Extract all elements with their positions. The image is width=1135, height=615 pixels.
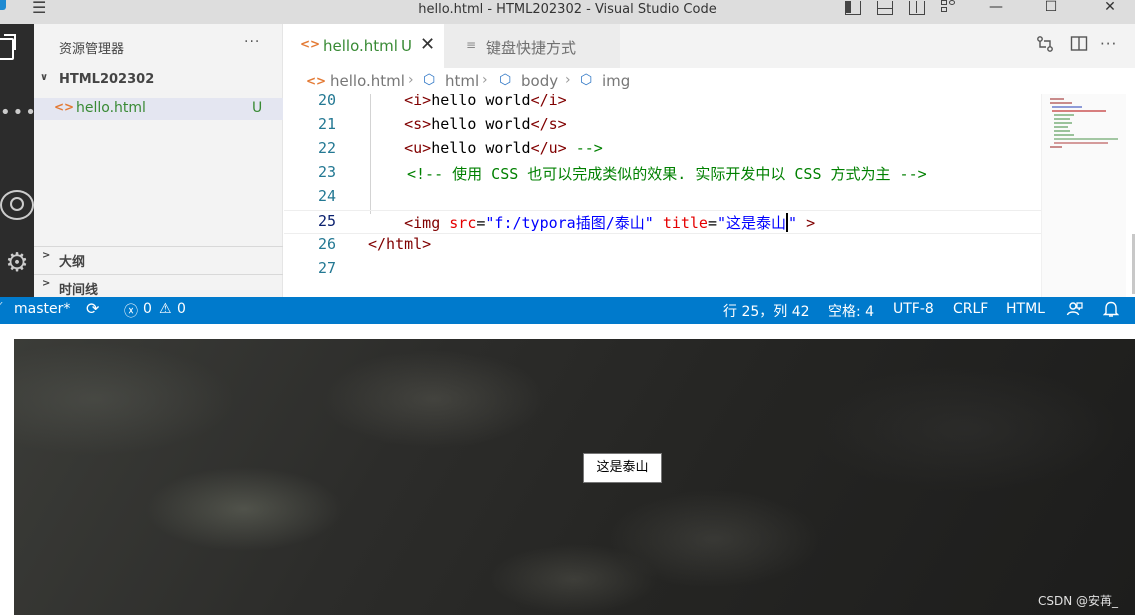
feedback-icon[interactable] — [1066, 300, 1084, 322]
code-line: 26 </html> — [284, 235, 1041, 259]
toggle-primary-sidebar-icon[interactable] — [845, 1, 861, 15]
compare-changes-icon[interactable] — [1036, 35, 1054, 57]
html-file-icon: <> — [306, 74, 327, 88]
code-line: 22 <u>hello world</u> --> — [284, 139, 1041, 163]
chevron-down-icon: ∨ — [40, 72, 49, 83]
warning-icon[interactable]: ⚠ — [159, 301, 172, 317]
element-icon: ⬡ — [580, 72, 593, 88]
tab-label: hello.html — [323, 37, 398, 55]
chevron-right-icon: > — [42, 250, 51, 261]
code-comment: <!-- 使用 CSS 也可以完成类似的效果. 实际开发中以 CSS 方式为主 … — [407, 165, 927, 183]
line-number: 23 — [317, 163, 336, 181]
notifications-bell-icon[interactable] — [1102, 300, 1120, 322]
timeline-label: 时间线 — [59, 283, 99, 298]
line-number: 21 — [317, 115, 336, 133]
language-mode[interactable]: HTML — [1006, 301, 1045, 317]
line-number: 24 — [317, 187, 336, 205]
code-text: <img src="f:/typora插图/泰山" title="这是泰山 " > — [404, 213, 816, 232]
close-window-button[interactable]: ✕ — [1087, 0, 1133, 24]
explorer-header: 资源管理器 — [59, 42, 125, 57]
code-text: <u>hello world</u> --> — [404, 139, 603, 157]
line-number: 20 — [317, 94, 336, 109]
code-line: 20 <i>hello world</i> — [284, 94, 1041, 115]
line-number: 26 — [317, 235, 336, 253]
html-file-icon: <> — [54, 100, 75, 114]
tab-label: 键盘快捷方式 — [486, 39, 577, 57]
customize-layout-icon[interactable] — [941, 0, 957, 15]
cursor-position[interactable]: 行 25，列 42 — [723, 301, 810, 321]
gear-icon[interactable]: ⚙ — [0, 248, 34, 278]
encoding[interactable]: UTF-8 — [893, 301, 934, 317]
error-icon[interactable]: ⓧ — [124, 301, 138, 321]
close-icon[interactable]: ✕ — [420, 34, 435, 55]
toggle-panel-icon[interactable] — [877, 1, 893, 15]
outline-label: 大纲 — [59, 255, 86, 270]
title-bar: ☰ hello.html - HTML202302 - Visual Studi… — [0, 0, 1135, 24]
watermark: CSDN @安苒_ — [1038, 594, 1119, 608]
file-row-hello-html[interactable]: <> hello.html U — [34, 98, 283, 120]
explorer-more-icon[interactable]: ··· — [244, 34, 260, 50]
line-number: 25 — [317, 212, 336, 230]
warning-count[interactable]: 0 — [177, 301, 186, 317]
code-editor[interactable]: 20 <i>hello world</i> 21 <s>hello world<… — [284, 94, 1135, 297]
code-line: 23 <!-- 使用 CSS 也可以完成类似的效果. 实际开发中以 CSS 方式… — [284, 163, 1041, 187]
indentation[interactable]: 空格: 4 — [828, 301, 874, 321]
split-editor-icon[interactable] — [1070, 35, 1088, 57]
element-icon: ⬡ — [499, 72, 512, 88]
element-icon: ⬡ — [423, 72, 436, 88]
browser-preview: 这是泰山 CSDN @安苒_ — [0, 324, 1135, 615]
timeline-panel-header[interactable]: > 时间线 — [34, 274, 283, 298]
git-untracked-badge: U — [401, 37, 412, 55]
chevron-right-icon: › — [408, 72, 414, 88]
more-views-icon[interactable]: ••• — [0, 102, 36, 123]
more-actions-icon[interactable]: ··· — [1100, 35, 1117, 53]
code-line: 27 — [284, 259, 1041, 283]
code-text: <s>hello world</s> — [404, 115, 567, 133]
file-name: hello.html — [76, 100, 146, 116]
maximize-button[interactable]: ☐ — [1028, 0, 1074, 24]
code-line: 21 <s>hello world</s> — [284, 115, 1041, 139]
toggle-secondary-sidebar-icon[interactable] — [909, 1, 925, 15]
breadcrumb-img[interactable]: img — [602, 72, 630, 90]
tab-hello-html[interactable]: <> hello.html U ✕ — [284, 24, 444, 68]
window-title: hello.html - HTML202302 - Visual Studio … — [418, 2, 717, 17]
folder-row[interactable]: ∨ HTML202302 — [34, 70, 283, 92]
chevron-right-icon: › — [565, 72, 571, 88]
error-count[interactable]: 0 — [143, 301, 152, 317]
status-bar: ᚴ master* ⟳ ⓧ 0 ⚠ 0 行 25，列 42 空格: 4 UTF-… — [0, 297, 1135, 324]
explorer-sidebar: 资源管理器 ··· ∨ HTML202302 <> hello.html U >… — [34, 24, 283, 298]
outline-panel-header[interactable]: > 大纲 — [34, 246, 283, 270]
git-branch[interactable]: master* — [14, 301, 70, 317]
sync-icon[interactable]: ⟳ — [86, 299, 99, 318]
breadcrumb-body[interactable]: body — [521, 72, 558, 90]
current-code-line: 25 <img src="f:/typora插图/泰山" title="这是泰山… — [284, 210, 1041, 234]
breadcrumb-file[interactable]: hello.html — [330, 72, 405, 90]
image-title-tooltip: 这是泰山 — [583, 453, 662, 483]
chevron-right-icon: > — [42, 278, 51, 289]
line-number: 22 — [317, 139, 336, 157]
html-file-icon: <> — [300, 37, 321, 51]
taishan-image[interactable] — [14, 339, 1135, 615]
breadcrumb: <> hello.html › ⬡ html › ⬡ body › ⬡ img — [284, 68, 1135, 94]
folder-name: HTML202302 — [59, 72, 155, 87]
activity-bar: ••• ⚙ — [0, 24, 36, 297]
chevron-right-icon: › — [482, 72, 488, 88]
code-text: <i>hello world</i> — [404, 94, 567, 109]
code-text: </html> — [368, 235, 432, 253]
line-number: 27 — [317, 259, 336, 277]
git-untracked-badge: U — [252, 100, 263, 116]
end-of-line[interactable]: CRLF — [953, 301, 988, 317]
minimap[interactable] — [1041, 94, 1126, 297]
git-branch-icon: ᚴ — [0, 301, 5, 317]
code-line: 24 — [284, 187, 1041, 211]
breadcrumb-html[interactable]: html — [445, 72, 479, 90]
tab-keyboard-shortcuts[interactable]: ≡ 键盘快捷方式 — [444, 24, 620, 68]
editor-tab-bar: <> hello.html U ✕ ≡ 键盘快捷方式 ··· — [284, 24, 1135, 68]
account-icon[interactable] — [0, 190, 34, 220]
minimize-button[interactable]: — — [973, 0, 1019, 24]
document-icon: ≡ — [466, 38, 477, 52]
